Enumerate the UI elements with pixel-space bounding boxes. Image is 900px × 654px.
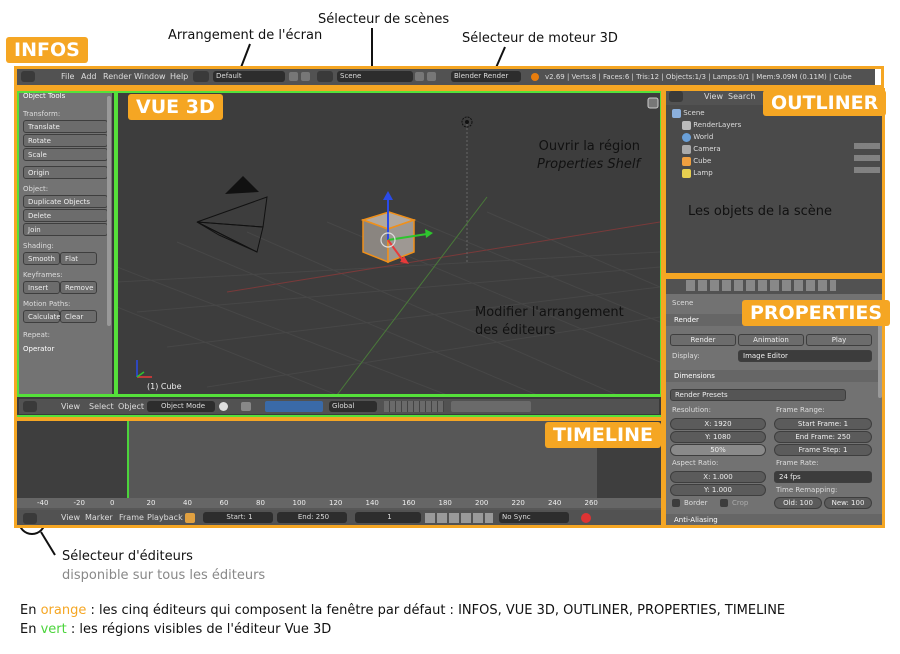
legend-line-orange: En orange : les cinq éditeurs qui compos… (20, 603, 786, 618)
annotation-editor-arrangement: Modifier l'arrangement des éditeurs (475, 304, 624, 340)
infos-label: INFOS (6, 37, 88, 63)
legend-green-word: vert (40, 622, 67, 637)
properties-label: PROPERTIES (742, 300, 891, 326)
legend-line-green: En vert : les régions visibles de l'édit… (20, 622, 332, 637)
legend: En orange : les cinq éditeurs qui compos… (20, 601, 785, 639)
timeline-editor-outline (14, 418, 664, 528)
annotation-arrangement-line1: Modifier l'arrangement (475, 305, 624, 320)
outliner-editor-outline (663, 88, 885, 276)
outliner-label: OUTLINER (763, 90, 887, 116)
annotation-properties-shelf: Ouvrir la région Properties Shelf (537, 138, 640, 174)
annotation-editor-selector-title: Sélecteur d'éditeurs (62, 549, 193, 564)
annotation-shelf-line2: Properties Shelf (537, 157, 641, 172)
legend-orange-word: orange (40, 603, 87, 618)
vue3d-label: VUE 3D (128, 94, 223, 120)
annotation-scene-objects: Les objets de la scène (688, 204, 832, 219)
infos-editor-outline (14, 66, 884, 88)
annotation-editor-selector: Sélecteur d'éditeurs disponible sur tous… (62, 547, 265, 585)
annotation-editor-selector-subtitle: disponible sur tous les éditeurs (62, 568, 266, 583)
annotation-shelf-line1: Ouvrir la région (538, 139, 641, 154)
annotation-arrangement-line2: des éditeurs (475, 323, 556, 338)
